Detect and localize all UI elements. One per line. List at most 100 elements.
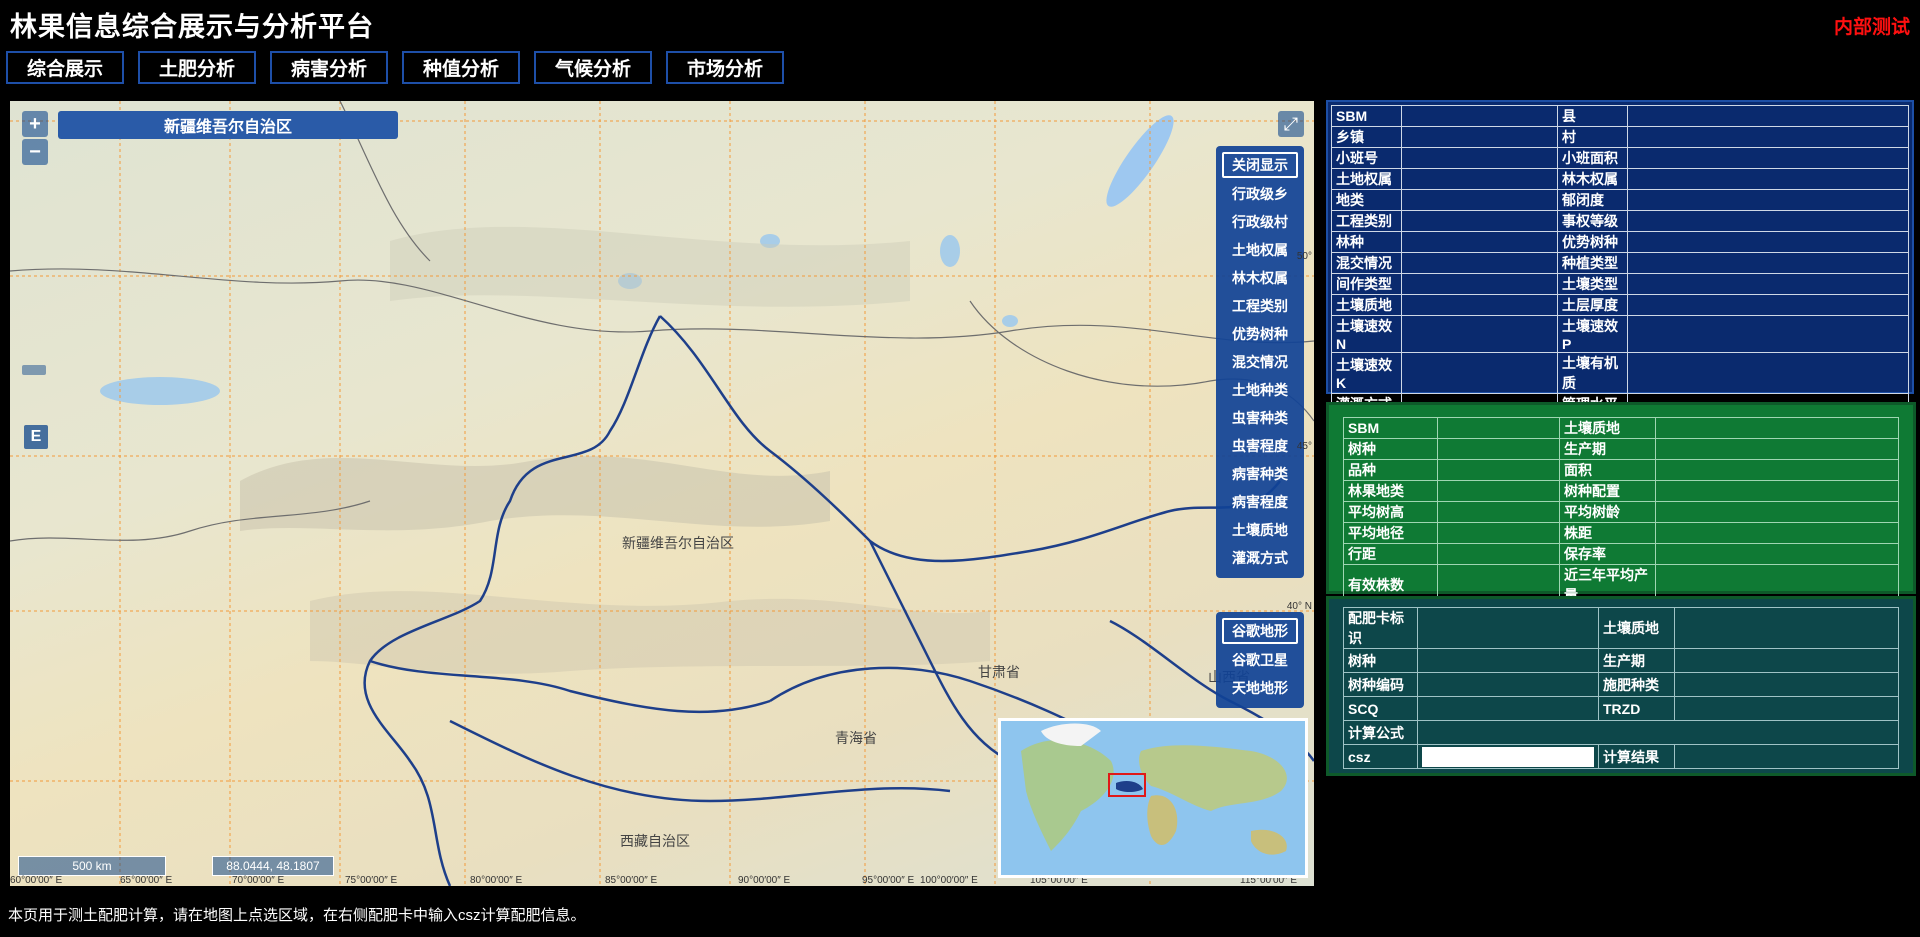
layer-pest-level[interactable]: 虫害程度 bbox=[1216, 432, 1304, 460]
table-row: 工程类别 事权等级 bbox=[1331, 210, 1909, 232]
region-selector[interactable]: 新疆维吾尔自治区 bbox=[58, 111, 398, 139]
layer-township[interactable]: 行政级乡 bbox=[1216, 180, 1304, 208]
layer-mixed-status[interactable]: 混交情况 bbox=[1216, 348, 1304, 376]
label-qinghai: 青海省 bbox=[835, 730, 877, 746]
field-label: 平均树高 bbox=[1343, 501, 1438, 523]
field-value bbox=[1627, 231, 1909, 253]
field-label: 树种编码 bbox=[1343, 672, 1418, 697]
field-label: 品种 bbox=[1343, 459, 1438, 481]
orchard-info-table: SBM 土壤质地 树种 生产期 品种 面积 林果地类 树种配置 平均树高 平均树龄 平均地径 株距 行距… bbox=[1326, 402, 1916, 606]
layer-close-display[interactable]: 关闭显示 bbox=[1222, 152, 1298, 178]
layer-project-type[interactable]: 工程类别 bbox=[1216, 292, 1304, 320]
csz-input[interactable] bbox=[1422, 746, 1594, 767]
field-value bbox=[1437, 543, 1560, 565]
basemap-tianditu-terrain[interactable]: 天地地形 bbox=[1216, 674, 1304, 702]
internal-test-badge: 内部测试 bbox=[1833, 17, 1910, 38]
field-value bbox=[1674, 696, 1899, 721]
field-value bbox=[1401, 352, 1558, 394]
basemap-google-terrain[interactable]: 谷歌地形 bbox=[1222, 618, 1298, 644]
layer-irrigation[interactable]: 灌溉方式 bbox=[1216, 544, 1304, 572]
label-gansu: 甘肃省 bbox=[978, 664, 1020, 680]
field-label: 林木权属 bbox=[1557, 168, 1628, 190]
field-value bbox=[1627, 168, 1909, 190]
table-row: 树种 生产期 bbox=[1343, 438, 1899, 460]
fullscreen-icon[interactable]: ⤢ bbox=[1278, 111, 1304, 137]
layer-disease-level[interactable]: 病害程度 bbox=[1216, 488, 1304, 516]
field-label: 土壤有机质 bbox=[1557, 352, 1628, 394]
field-label: 土壤速效P bbox=[1557, 315, 1628, 353]
field-label: 土壤质地 bbox=[1331, 294, 1402, 316]
zoom-slider-handle[interactable] bbox=[22, 365, 46, 375]
layer-forest-ownership[interactable]: 林木权属 bbox=[1216, 264, 1304, 292]
field-label: 平均树龄 bbox=[1559, 501, 1656, 523]
field-value bbox=[1401, 126, 1558, 148]
field-label: 村 bbox=[1557, 126, 1628, 148]
table-row: 小班号 小班面积 bbox=[1331, 147, 1909, 169]
field-label: 行距 bbox=[1343, 543, 1438, 565]
layer-soil-texture[interactable]: 土壤质地 bbox=[1216, 516, 1304, 544]
tab-climate[interactable]: 气候分析 bbox=[534, 51, 652, 84]
field-label: 面积 bbox=[1559, 459, 1656, 481]
field-label: 土壤质地 bbox=[1559, 417, 1656, 439]
layer-pest-type[interactable]: 虫害种类 bbox=[1216, 404, 1304, 432]
extent-button[interactable]: E bbox=[24, 425, 48, 449]
tab-market[interactable]: 市场分析 bbox=[666, 51, 784, 84]
field-value bbox=[1401, 210, 1558, 232]
table-row: SBM 县 bbox=[1331, 105, 1909, 127]
layer-dominant-species[interactable]: 优势树种 bbox=[1216, 320, 1304, 348]
lon-label: 85°00′00″ E bbox=[605, 875, 658, 886]
table-row: 林种 优势树种 bbox=[1331, 231, 1909, 253]
layer-disease-type[interactable]: 病害种类 bbox=[1216, 460, 1304, 488]
layer-land-type[interactable]: 土地种类 bbox=[1216, 376, 1304, 404]
nav-tabs: 综合展示 土肥分析 病害分析 种值分析 气候分析 市场分析 bbox=[6, 51, 784, 84]
table-row: 混交情况 种植类型 bbox=[1331, 252, 1909, 274]
field-value bbox=[1417, 648, 1599, 673]
field-value bbox=[1401, 315, 1558, 353]
layer-village[interactable]: 行政级村 bbox=[1216, 208, 1304, 236]
field-value bbox=[1417, 696, 1599, 721]
tab-soil-fertilizer[interactable]: 土肥分析 bbox=[138, 51, 256, 84]
field-label: SBM bbox=[1343, 417, 1438, 439]
zoom-out-button[interactable]: − bbox=[22, 139, 48, 165]
overview-world-map bbox=[1001, 721, 1305, 875]
field-label: 树种 bbox=[1343, 438, 1438, 460]
lat-label: 45° bbox=[1296, 441, 1312, 452]
field-label: 优势树种 bbox=[1557, 231, 1628, 253]
table-row: 行距 保存率 bbox=[1343, 543, 1899, 565]
map-view[interactable]: + − E ⤢ 新疆维吾尔自治区 新疆维吾尔自治区 甘肃省 青海省 西藏自治区 … bbox=[10, 101, 1314, 886]
overview-map[interactable] bbox=[998, 718, 1308, 878]
lon-label: 70°00′00″ E bbox=[232, 875, 285, 886]
field-value bbox=[1627, 189, 1909, 211]
field-value bbox=[1417, 607, 1599, 649]
field-value bbox=[1627, 210, 1909, 232]
field-value bbox=[1627, 147, 1909, 169]
field-value bbox=[1627, 252, 1909, 274]
layer-land-ownership[interactable]: 土地权属 bbox=[1216, 236, 1304, 264]
field-value bbox=[1401, 252, 1558, 274]
tab-overview[interactable]: 综合展示 bbox=[6, 51, 124, 84]
tab-disease[interactable]: 病害分析 bbox=[270, 51, 388, 84]
field-label: 事权等级 bbox=[1557, 210, 1628, 232]
field-value bbox=[1655, 522, 1899, 544]
zoom-in-button[interactable]: + bbox=[22, 111, 48, 137]
field-value bbox=[1437, 438, 1560, 460]
basemap-google-satellite[interactable]: 谷歌卫星 bbox=[1216, 646, 1304, 674]
table-row: 林果地类 树种配置 bbox=[1343, 480, 1899, 502]
table-row: 土地权属 林木权属 bbox=[1331, 168, 1909, 190]
field-value bbox=[1401, 147, 1558, 169]
field-value bbox=[1655, 480, 1899, 502]
result-label: 计算结果 bbox=[1598, 744, 1675, 769]
field-label: 土层厚度 bbox=[1557, 294, 1628, 316]
label-xinjiang: 新疆维吾尔自治区 bbox=[622, 535, 734, 551]
field-label: 生产期 bbox=[1559, 438, 1656, 460]
field-value bbox=[1674, 672, 1899, 697]
field-label: 县 bbox=[1557, 105, 1628, 127]
field-value bbox=[1627, 126, 1909, 148]
lat-label: 50° bbox=[1296, 251, 1312, 262]
coordinate-readout: 88.0444, 48.1807 bbox=[212, 856, 334, 876]
field-label: 小班号 bbox=[1331, 147, 1402, 169]
tab-planting[interactable]: 种值分析 bbox=[402, 51, 520, 84]
field-value bbox=[1655, 501, 1899, 523]
field-value bbox=[1417, 672, 1599, 697]
field-label: TRZD bbox=[1598, 696, 1675, 721]
